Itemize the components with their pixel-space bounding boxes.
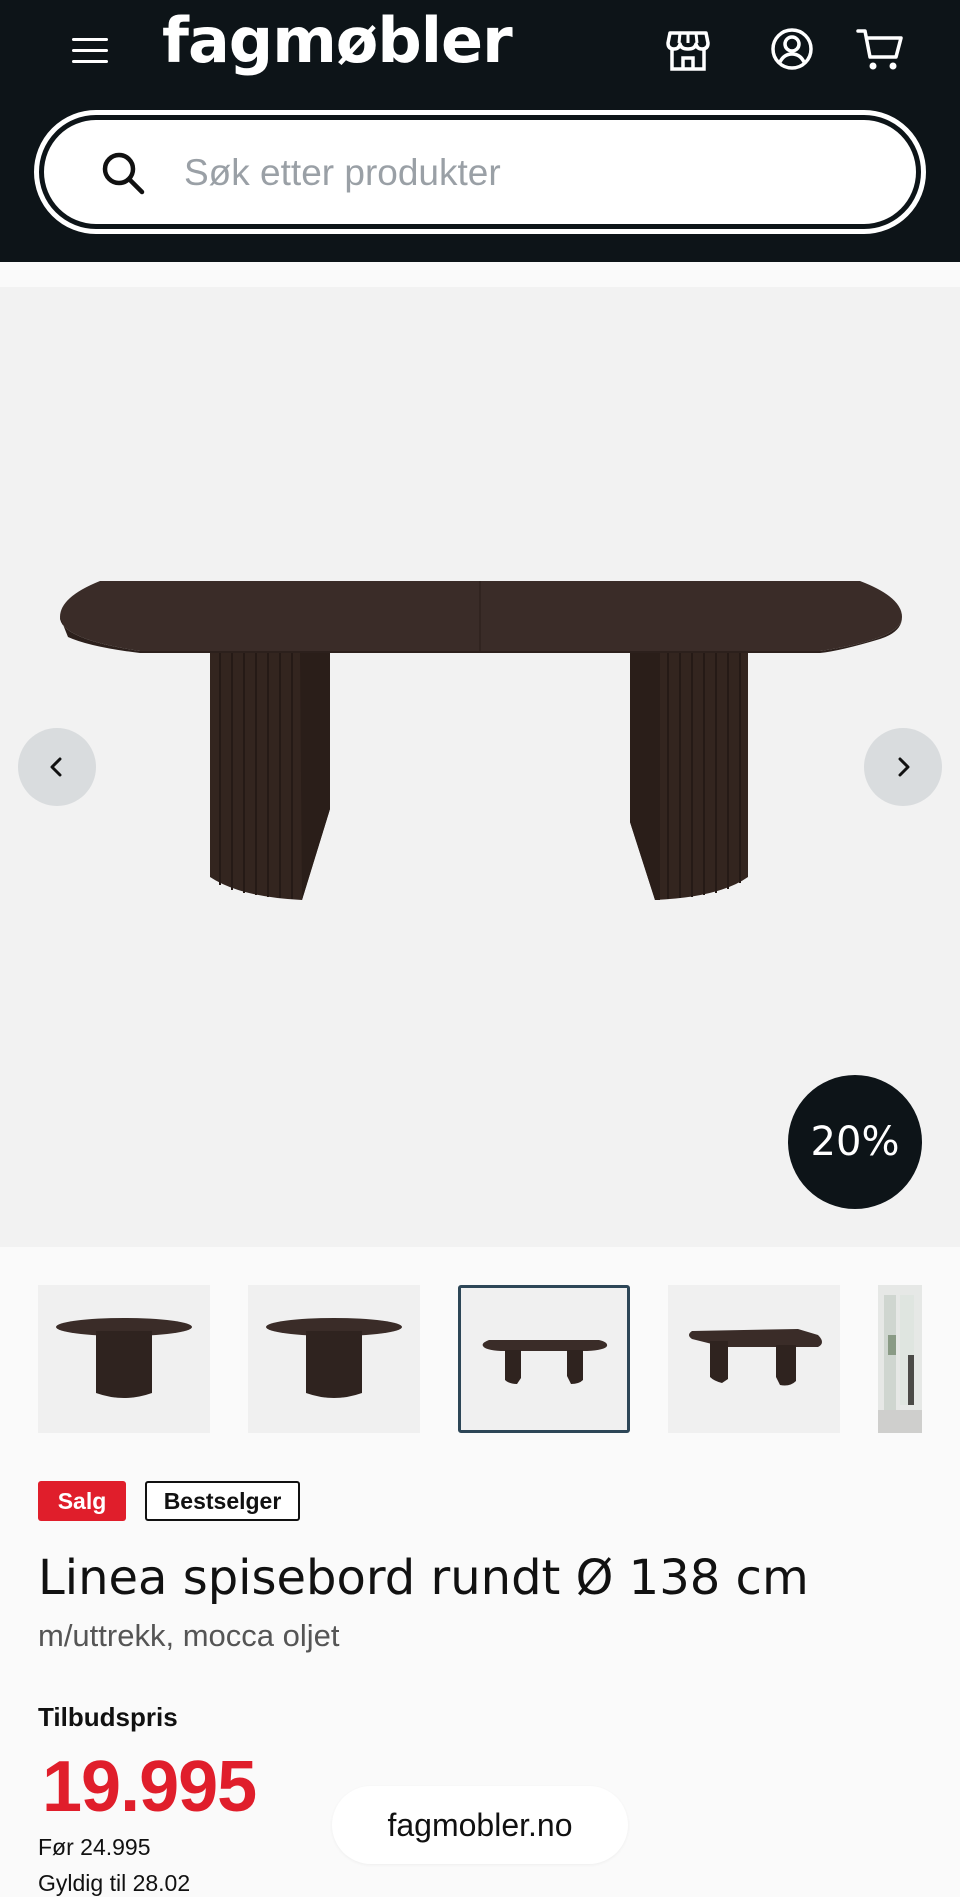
store-icon[interactable] [664,25,712,73]
chevron-left-icon [50,757,62,777]
sale-badge: Salg [38,1481,126,1521]
previous-image-button[interactable] [18,728,96,806]
site-logo[interactable]: fagmøbler [162,4,513,77]
search-icon [102,152,145,195]
chevron-right-icon [898,757,910,777]
browser-url-pill[interactable]: fagmobler.no [332,1786,628,1864]
search-bar[interactable] [34,110,926,234]
product-price: 19.995 [42,1747,257,1827]
menu-icon[interactable] [70,30,110,70]
search-input[interactable] [184,138,804,208]
product-title: Linea spisebord rundt Ø 138 cm [38,1550,809,1606]
bestseller-badge: Bestselger [145,1481,300,1521]
thumbnail[interactable] [248,1285,420,1433]
discount-badge: 20% [788,1075,922,1209]
thumbnail[interactable] [38,1285,210,1433]
cart-icon[interactable] [856,25,904,73]
next-image-button[interactable] [864,728,942,806]
thumbnail-active[interactable] [458,1285,630,1433]
product-subtitle: m/uttrekk, mocca oljet [38,1618,340,1653]
product-image-carousel[interactable]: 20% [0,287,960,1247]
account-icon[interactable] [768,25,816,73]
before-price: Før 24.995 [38,1834,151,1860]
valid-until: Gyldig til 28.02 [38,1870,191,1896]
offer-price-label: Tilbudspris [38,1702,178,1732]
thumbnail[interactable] [878,1285,922,1433]
site-header: fagmøbler [0,0,960,262]
thumbnail-strip [0,1285,960,1433]
thumbnail[interactable] [668,1285,840,1433]
